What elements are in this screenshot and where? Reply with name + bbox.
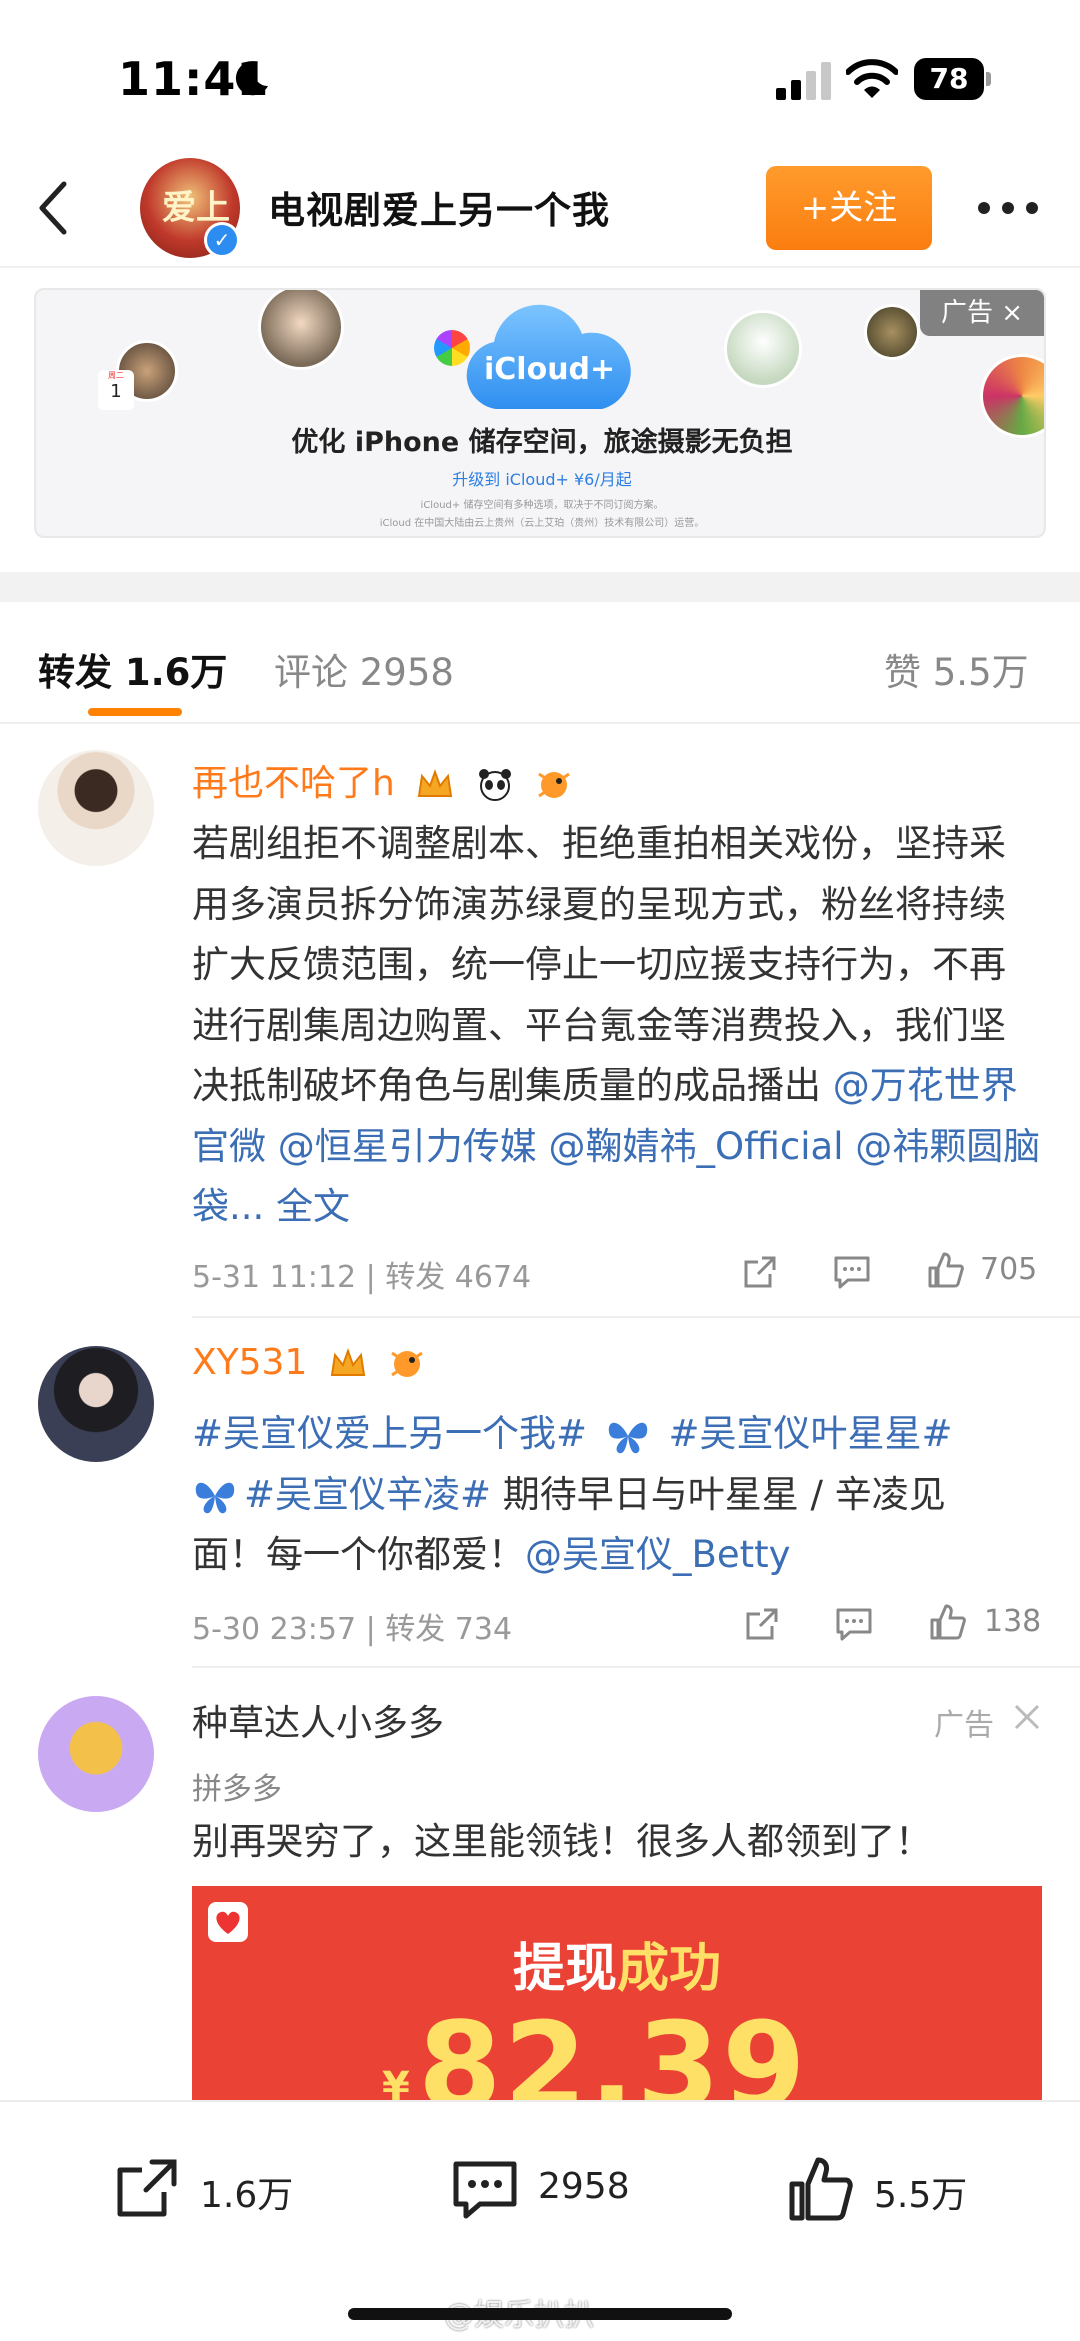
post-body: #吴宣仪爱上另一个我# #吴宣仪叶星星# #吴宣仪辛凌# 期待早日与叶星星 / … <box>192 1404 1042 1586</box>
section-separator <box>0 572 1080 602</box>
ad-fine-print-operator: iCloud 在中国大陆由云上贵州（云上艾珀（贵州）技术有限公司）运营。 <box>379 518 705 529</box>
hashtag-link[interactable]: #吴宣仪叶星星# <box>669 1412 953 1455</box>
comment-icon <box>453 2161 517 2219</box>
post-meta: 5-30 23:57 | 转发 734 <box>192 1612 513 1647</box>
promo-amount: 82.39 <box>418 1998 808 2100</box>
interaction-tabs: 转发 1.6万 评论 2958 赞 5.5万 <box>0 602 1080 724</box>
repost-count: 1.6万 <box>200 2175 294 2216</box>
calendar-number: 1 <box>110 381 122 402</box>
follow-button[interactable]: +关注 <box>766 166 932 250</box>
bottom-like-button[interactable]: 5.5万 <box>786 2154 986 2226</box>
pufferfish-badge-icon <box>538 772 571 798</box>
hashtag-link[interactable]: #吴宣仪辛凌# <box>244 1473 491 1516</box>
hashtag-link[interactable]: #吴宣仪爱上另一个我# <box>192 1412 587 1455</box>
post-text: 面！每一个你都爱！ <box>192 1533 525 1576</box>
ad-subline-link[interactable]: 升级到 iCloud+ ¥6/月起 <box>36 466 1044 490</box>
calendar-badge: 周二 1 <box>98 370 134 410</box>
username[interactable]: 再也不哈了h <box>192 754 573 806</box>
repost-item[interactable]: 再也不哈了h 若剧组拒不调整剧本、拒绝重拍相关戏份，坚持采用多演员拆分饰演苏绿夏… <box>0 724 1080 1320</box>
home-indicator[interactable] <box>348 2308 732 2320</box>
butterfly-emoji-icon <box>195 1482 235 1514</box>
repost-icon[interactable] <box>740 1252 780 1292</box>
promo-title-a: 提现 <box>512 1939 617 1999</box>
avatar[interactable] <box>38 1696 154 1812</box>
battery-tip <box>986 72 991 86</box>
moon-icon <box>235 61 268 96</box>
promo-title: 提现成功 <box>192 1926 1042 2001</box>
ad-source: 拼多多 <box>192 1772 282 1807</box>
like-icon[interactable] <box>926 1250 966 1290</box>
repost-item[interactable]: XY531 #吴宣仪爱上另一个我# #吴宣仪叶星星# #吴宣仪辛凌# 期待早日与… <box>0 1320 1080 1668</box>
comment-icon[interactable] <box>832 1252 872 1292</box>
repost-icon[interactable] <box>742 1604 782 1644</box>
avatar[interactable] <box>38 750 154 866</box>
cellular-signal-icon <box>776 62 831 100</box>
post-meta: 5-31 11:12 | 转发 4674 <box>192 1260 532 1295</box>
active-tab-indicator <box>88 708 182 716</box>
username[interactable]: XY531 <box>192 1342 426 1383</box>
close-icon[interactable] <box>1012 1702 1042 1732</box>
like-count: 705 <box>980 1252 1038 1287</box>
like-icon <box>789 2157 853 2221</box>
advertiser-name[interactable]: 种草达人小多多 <box>192 1694 444 1746</box>
page-title[interactable]: 电视剧爱上另一个我 <box>268 180 610 234</box>
ad-headline: 优化 iPhone 储存空间，旅途摄影无负担 <box>291 427 793 458</box>
calendar-day: 周二 <box>108 371 124 380</box>
promo-currency: ¥ <box>382 2064 410 2100</box>
tab-comment[interactable]: 评论 2958 <box>274 642 454 696</box>
full-text-link[interactable]: 全文 <box>276 1185 350 1228</box>
icloud-brand-text: iCloud+ <box>484 352 616 387</box>
tab-like[interactable]: 赞 5.5万 <box>884 642 1029 696</box>
like-count: 5.5万 <box>874 2175 968 2216</box>
username-text: XY531 <box>192 1342 308 1383</box>
repost-icon <box>117 2159 177 2217</box>
mention-link[interactable]: @吴宣仪_Betty <box>525 1533 791 1576</box>
battery-icon: 78 <box>914 58 992 100</box>
status-bar: 11:41 78 <box>0 0 1080 150</box>
bottom-comment-button[interactable]: 2958 <box>450 2154 650 2226</box>
ad-photo-3 <box>724 310 802 388</box>
pufferfish-badge-icon <box>391 1351 424 1377</box>
butterfly-emoji-icon <box>608 1422 648 1453</box>
ad-photo-4 <box>864 304 920 360</box>
ad-photo-2 <box>258 290 344 370</box>
ad-fine-print: iCloud+ 储存空间有多种选项，取决于不同订阅方案。 <box>420 500 664 511</box>
comment-icon[interactable] <box>834 1604 874 1644</box>
ad-label: 广告 <box>934 1708 994 1743</box>
divider <box>192 1316 1080 1318</box>
more-options-icon[interactable] <box>976 190 1040 226</box>
page-header: 爱上 ✓ 电视剧爱上另一个我 +关注 <box>0 150 1080 268</box>
vip-crown-icon <box>418 769 453 797</box>
verified-badge-icon: ✓ <box>204 222 240 258</box>
post-text: 别再哭穷了，这里能领钱！很多人都领到了！ <box>192 1820 932 1863</box>
battery-level: 78 <box>914 58 984 100</box>
panda-badge-icon <box>478 769 511 801</box>
promo-title-b: 成功 <box>617 1939 722 1999</box>
avatar[interactable] <box>38 1346 154 1462</box>
comment-count: 2958 <box>538 2166 630 2207</box>
vip-crown-icon <box>330 1348 365 1376</box>
like-count: 138 <box>984 1604 1042 1639</box>
ad-banner[interactable]: 周二 1 iCloud+ 广告 × 优化 iPhone 储存空间，旅途摄影无负担… <box>34 288 1046 538</box>
tab-repost[interactable]: 转发 1.6万 <box>38 642 227 696</box>
post-body: 若剧组拒不调整剧本、拒绝重拍相关戏份，坚持采用多演员拆分饰演苏绿夏的呈现方式，粉… <box>192 814 1042 1238</box>
bottom-repost-button[interactable]: 1.6万 <box>112 2154 312 2226</box>
like-icon[interactable] <box>928 1602 968 1642</box>
wifi-icon <box>846 59 898 98</box>
username-text: 再也不哈了h <box>192 763 395 804</box>
ad-close-tag[interactable]: 广告 × <box>920 290 1044 336</box>
post-text: 期待早日与叶星星 / 辛凌见 <box>491 1472 946 1516</box>
promo-image[interactable]: 提现成功 ¥ 82.39 <box>192 1886 1042 2100</box>
back-arrow-icon[interactable] <box>28 176 88 240</box>
